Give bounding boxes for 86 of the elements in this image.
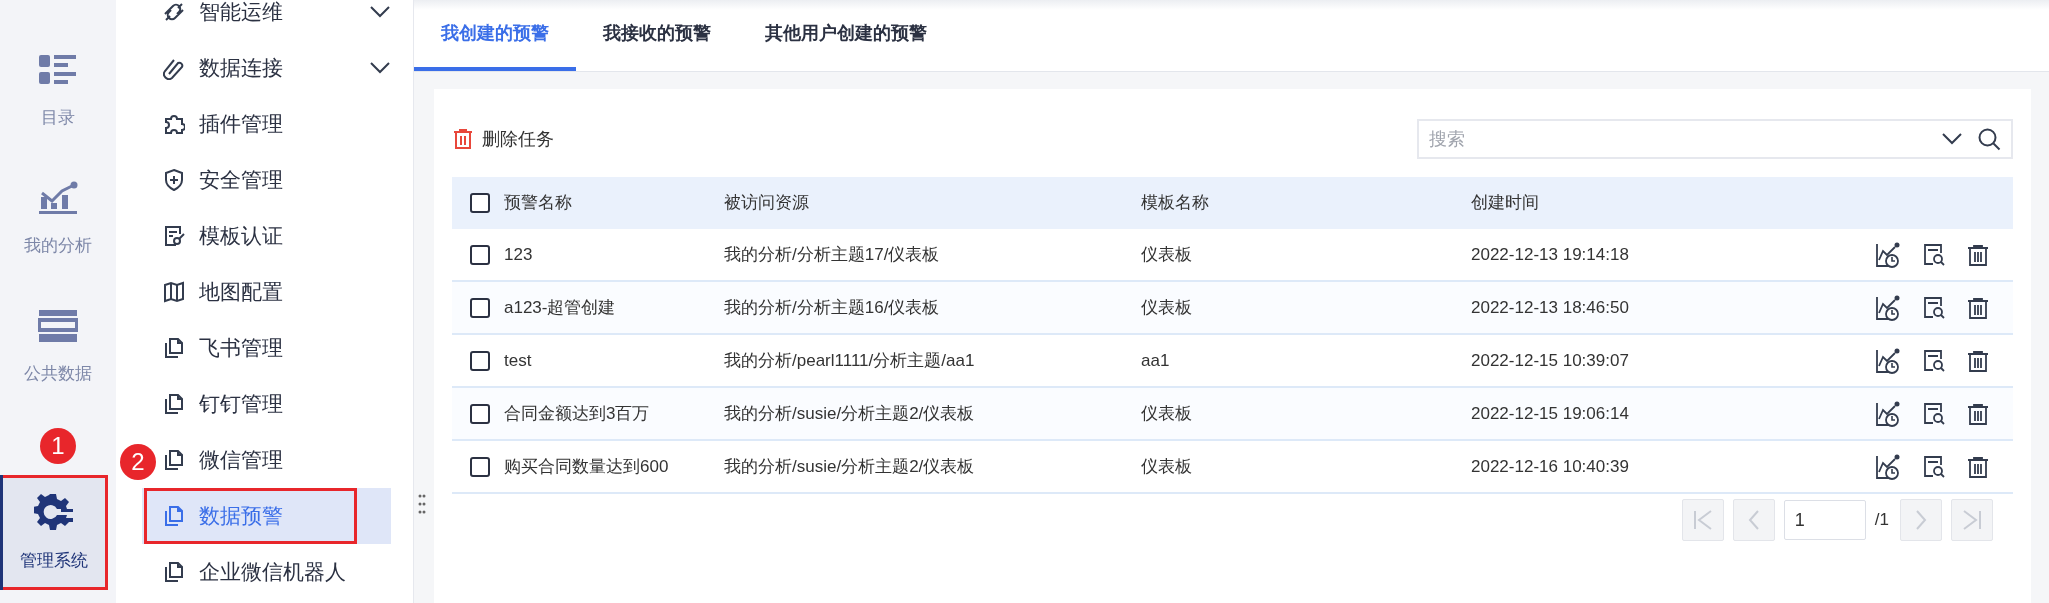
document-icon: [163, 560, 185, 584]
nav-item[interactable]: 数据连接: [163, 40, 391, 96]
trash-icon[interactable]: [1967, 349, 1989, 372]
chevron-down-icon[interactable]: [1941, 132, 1963, 146]
trash-icon[interactable]: [1967, 402, 1989, 425]
table-cell-text: 仪表板: [1141, 402, 1193, 425]
map-icon: [163, 280, 185, 304]
checkbox[interactable]: [470, 350, 490, 371]
first-page-icon: [1691, 509, 1714, 531]
puzzle-icon: [163, 112, 185, 136]
tab[interactable]: 我接收的预警: [576, 0, 738, 71]
nav-item[interactable]: 企业微信机器人: [163, 544, 391, 600]
chevron-down-icon[interactable]: [369, 5, 391, 19]
last-page-icon: [1961, 509, 1983, 531]
table-cell-text: 123: [504, 243, 534, 266]
nav-item[interactable]: 微信管理: [163, 432, 391, 488]
page-input[interactable]: 1: [1783, 500, 1866, 540]
drag-handle-icon[interactable]: [418, 494, 426, 514]
nav-item[interactable]: 钉钉管理: [163, 376, 391, 432]
nav-item[interactable]: 数据预警: [142, 488, 391, 544]
chart-clock-icon[interactable]: [1875, 347, 1901, 374]
nav-item[interactable]: 智能运维: [163, 0, 391, 40]
document-search-icon[interactable]: [1923, 401, 1945, 426]
table-cell-text: test: [504, 349, 533, 372]
certificate-icon: [163, 224, 185, 248]
checkbox[interactable]: [470, 456, 490, 477]
chart-clock-icon[interactable]: [1875, 453, 1901, 480]
step-badge: 1: [40, 428, 76, 464]
document-search-icon[interactable]: [1923, 348, 1945, 373]
table-cell-text: 我的分析/susie/分析主题2/仪表板: [724, 402, 976, 425]
table-cell-text: 仪表板: [1141, 243, 1193, 266]
table-cell-text: 合同金额达到3百万: [504, 402, 651, 425]
document-icon: [163, 336, 185, 360]
table-cell-text: 我的分析/pearl1111/分析主题/aa1: [724, 349, 976, 372]
trash-icon[interactable]: [1967, 296, 1989, 319]
document-search-icon[interactable]: [1923, 295, 1945, 320]
table-cell-text: 我的分析/分析主题17/仪表板: [724, 243, 941, 266]
tab[interactable]: 我创建的预警: [414, 0, 576, 71]
nav-item[interactable]: 地图配置: [163, 264, 391, 320]
chevron-down-icon[interactable]: [369, 61, 391, 75]
column-header: 预警名称: [504, 192, 573, 215]
search-icon[interactable]: [1977, 127, 2001, 151]
table-cell-text: 2022-12-13 18:46:50: [1471, 296, 1630, 319]
nav-item[interactable]: 飞书管理: [163, 320, 391, 376]
document-icon: [163, 392, 185, 416]
checkbox[interactable]: [470, 297, 490, 318]
table-cell-text: a123-超管创建: [504, 296, 617, 319]
nav-item[interactable]: 模板认证: [163, 208, 391, 264]
table-cell-text: 2022-12-15 10:39:07: [1471, 349, 1630, 372]
delete-button[interactable]: 删除任务: [452, 125, 554, 153]
document-search-icon[interactable]: [1923, 454, 1945, 479]
checkbox[interactable]: [470, 193, 490, 213]
table-cell-text: 2022-12-13 19:14:18: [1471, 243, 1630, 266]
tab[interactable]: 其他用户创建的预警: [738, 0, 954, 71]
column-header: 被访问资源: [724, 192, 810, 215]
column-header: 模板名称: [1141, 192, 1210, 215]
search-field[interactable]: 搜索: [1417, 119, 2013, 159]
shield-icon: [163, 168, 185, 192]
database-icon: [38, 309, 78, 344]
table-cell-text: 仪表板: [1141, 296, 1193, 319]
gear-icon: [34, 491, 74, 530]
document-icon: [163, 504, 185, 528]
table-cell-text: 我的分析/susie/分析主题2/仪表板: [724, 455, 976, 478]
table-cell-text: 购买合同数量达到600: [504, 455, 670, 478]
table-cell-text: 2022-12-16 10:40:39: [1471, 455, 1630, 478]
column-header: 创建时间: [1471, 192, 1540, 215]
step-badge: 2: [120, 444, 156, 480]
table-cell-text: 我的分析/分析主题16/仪表板: [724, 296, 941, 319]
trash-icon[interactable]: [1967, 455, 1989, 478]
nav-item[interactable]: 安全管理: [163, 152, 391, 208]
chart-icon: [38, 181, 78, 216]
checkbox[interactable]: [470, 244, 490, 265]
table-cell-text: 仪表板: [1141, 455, 1193, 478]
document-icon: [163, 448, 185, 472]
table-cell-text: 2022-12-15 19:06:14: [1471, 402, 1630, 425]
document-search-icon[interactable]: [1923, 242, 1945, 267]
trash-icon: [452, 128, 474, 150]
nav-item[interactable]: 插件管理: [163, 96, 391, 152]
rail-item[interactable]: 管理系统: [0, 475, 108, 590]
chart-clock-icon[interactable]: [1875, 400, 1901, 427]
table-cell-text: aa1: [1141, 349, 1171, 372]
chart-clock-icon[interactable]: [1875, 294, 1901, 321]
chart-clock-icon[interactable]: [1875, 241, 1901, 268]
page-total: /1: [1874, 509, 1889, 532]
checkbox[interactable]: [470, 403, 490, 424]
trash-icon[interactable]: [1967, 243, 1989, 266]
